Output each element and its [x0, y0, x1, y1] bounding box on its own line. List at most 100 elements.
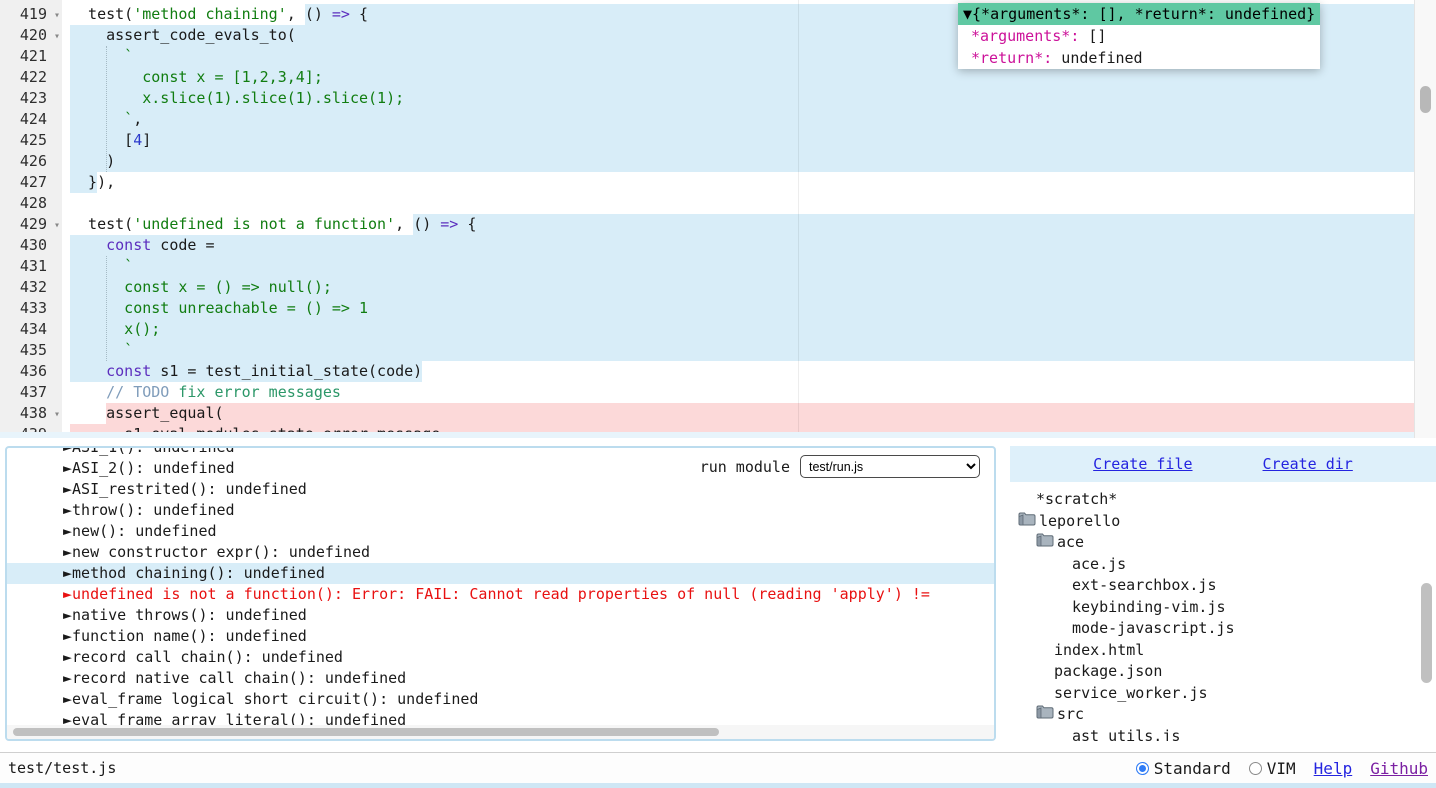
expand-arrow-icon[interactable]: ►	[63, 446, 72, 456]
keybinding-standard-option[interactable]: Standard	[1136, 759, 1231, 778]
console-item[interactable]: ►new(): undefined	[7, 521, 994, 542]
expand-arrow-icon[interactable]: ►	[63, 585, 72, 603]
keybinding-vim-option[interactable]: VIM	[1249, 759, 1296, 778]
console-item[interactable]: ►function name(): undefined	[7, 626, 994, 647]
expand-arrow-icon[interactable]: ►	[63, 690, 72, 708]
tree-item-label: *scratch*	[1036, 489, 1117, 510]
code-line[interactable]: 438▾ assert_equal(	[0, 403, 1436, 424]
github-link[interactable]: Github	[1370, 759, 1428, 778]
code-line[interactable]: 435 `	[0, 340, 1436, 361]
line-number[interactable]: 432	[0, 277, 62, 298]
line-number[interactable]: 431	[0, 256, 62, 277]
tooltip-header[interactable]: ▼{*arguments*: [], *return*: undefined}	[958, 3, 1320, 25]
radio-unchecked-icon[interactable]	[1249, 762, 1262, 775]
console-hscrollbar[interactable]	[7, 725, 994, 739]
radio-checked-icon[interactable]	[1136, 762, 1149, 775]
console-item[interactable]: ►undefined is not a function(): Error: F…	[7, 584, 994, 605]
expand-arrow-icon[interactable]: ►	[63, 501, 72, 519]
code-line[interactable]: 436 const s1 = test_initial_state(code)	[0, 361, 1436, 382]
expand-arrow-icon[interactable]: ►	[63, 648, 72, 666]
console-item[interactable]: ►eval_frame logical short circuit(): und…	[7, 689, 994, 710]
tree-item-mode-javascript-js[interactable]: mode-javascript.js	[1010, 618, 1436, 640]
editor-scrollbar[interactable]	[1414, 0, 1436, 438]
tree-item-ace-js[interactable]: ace.js	[1010, 554, 1436, 576]
line-number[interactable]: 419▾	[0, 4, 62, 25]
run-module-select[interactable]: test/run.js	[800, 455, 980, 478]
console-hscrollbar-thumb[interactable]	[13, 728, 719, 736]
code-line[interactable]: 433 const unreachable = () => 1	[0, 298, 1436, 319]
code-line[interactable]: 430 const code =	[0, 235, 1436, 256]
code-line[interactable]: 429▾ test('undefined is not a function',…	[0, 214, 1436, 235]
highlight-fill	[332, 277, 1436, 298]
line-number[interactable]: 423	[0, 88, 62, 109]
tree-item-package-json[interactable]: package.json	[1010, 661, 1436, 683]
line-number[interactable]: 436	[0, 361, 62, 382]
line-number[interactable]: 437	[0, 382, 62, 403]
code-line[interactable]: 422 const x = [1,2,3,4];	[0, 67, 1436, 88]
code-editor[interactable]: 419▾ test('method chaining', () => {420▾…	[0, 0, 1436, 438]
code-line[interactable]: 437 // TODO fix error messages	[0, 382, 1436, 403]
code-line[interactable]: 432 const x = () => null();	[0, 277, 1436, 298]
tree-item-label: src	[1057, 704, 1084, 725]
fold-arrow-icon[interactable]: ▾	[54, 5, 60, 26]
line-number[interactable]: 422	[0, 67, 62, 88]
line-number[interactable]: 420▾	[0, 25, 62, 46]
line-number[interactable]: 438▾	[0, 403, 62, 424]
line-number[interactable]: 434	[0, 319, 62, 340]
tooltip-row[interactable]: *return*: undefined	[958, 47, 1320, 69]
code-line[interactable]: 423 x.slice(1).slice(1).slice(1);	[0, 88, 1436, 109]
help-link[interactable]: Help	[1314, 759, 1353, 778]
code-line[interactable]: 428	[0, 193, 1436, 214]
expand-arrow-icon[interactable]: ►	[63, 606, 72, 624]
tree-item-ace[interactable]: ace	[1010, 532, 1436, 554]
expand-arrow-icon[interactable]: ►	[63, 522, 72, 540]
console-item[interactable]: ►native throws(): undefined	[7, 605, 994, 626]
console-item[interactable]: ►throw(): undefined	[7, 500, 994, 521]
line-number[interactable]: 425	[0, 130, 62, 151]
console-item[interactable]: ►ASI_restrited(): undefined	[7, 479, 994, 500]
console-item[interactable]: ►record native call chain(): undefined	[7, 668, 994, 689]
line-number[interactable]: 424	[0, 109, 62, 130]
files-scrollbar[interactable]	[1418, 484, 1436, 739]
tree-item-ast-utils-js[interactable]: ast_utils.js	[1010, 726, 1436, 742]
line-number[interactable]: 421	[0, 46, 62, 67]
line-number[interactable]: 427	[0, 172, 62, 193]
code-line[interactable]: 426 )	[0, 151, 1436, 172]
code-line[interactable]: 425 [4]	[0, 130, 1436, 151]
tree-item-index-html[interactable]: index.html	[1010, 640, 1436, 662]
code-segment: test(	[70, 214, 133, 235]
line-number[interactable]: 428	[0, 193, 62, 214]
line-number[interactable]: 433	[0, 298, 62, 319]
expand-arrow-icon[interactable]: ►	[63, 480, 72, 498]
line-number[interactable]: 426	[0, 151, 62, 172]
tree-item--scratch-[interactable]: *scratch*	[1010, 489, 1436, 511]
tree-item-keybinding-vim-js[interactable]: keybinding-vim.js	[1010, 597, 1436, 619]
code-line[interactable]: 424 `,	[0, 109, 1436, 130]
fold-arrow-icon[interactable]: ▾	[54, 26, 60, 47]
tree-item-service-worker-js[interactable]: service_worker.js	[1010, 683, 1436, 705]
expand-arrow-icon[interactable]: ►	[63, 669, 72, 687]
console-item[interactable]: ►record call chain(): undefined	[7, 647, 994, 668]
create-file-link[interactable]: Create file	[1093, 455, 1192, 473]
console-item[interactable]: ►method chaining(): undefined	[7, 563, 994, 584]
create-dir-link[interactable]: Create dir	[1263, 455, 1353, 473]
expand-arrow-icon[interactable]: ►	[63, 627, 72, 645]
code-line[interactable]: 434 x();	[0, 319, 1436, 340]
line-number[interactable]: 435	[0, 340, 62, 361]
expand-arrow-icon[interactable]: ►	[63, 564, 72, 582]
fold-arrow-icon[interactable]: ▾	[54, 404, 60, 425]
editor-scrollbar-thumb[interactable]	[1420, 86, 1431, 113]
fold-arrow-icon[interactable]: ▾	[54, 215, 60, 236]
line-number[interactable]: 429▾	[0, 214, 62, 235]
code-line[interactable]: 431 `	[0, 256, 1436, 277]
tooltip-row[interactable]: *arguments*: []	[958, 25, 1320, 47]
expand-arrow-icon[interactable]: ►	[63, 543, 72, 561]
tree-item-leporello[interactable]: leporello	[1010, 511, 1436, 533]
tree-item-src[interactable]: src	[1010, 704, 1436, 726]
code-line[interactable]: 427 }),	[0, 172, 1436, 193]
console-item[interactable]: ►new constructor expr(): undefined	[7, 542, 994, 563]
files-scrollbar-thumb[interactable]	[1421, 583, 1432, 683]
line-number[interactable]: 430	[0, 235, 62, 256]
tree-item-ext-searchbox-js[interactable]: ext-searchbox.js	[1010, 575, 1436, 597]
expand-arrow-icon[interactable]: ►	[63, 459, 72, 477]
